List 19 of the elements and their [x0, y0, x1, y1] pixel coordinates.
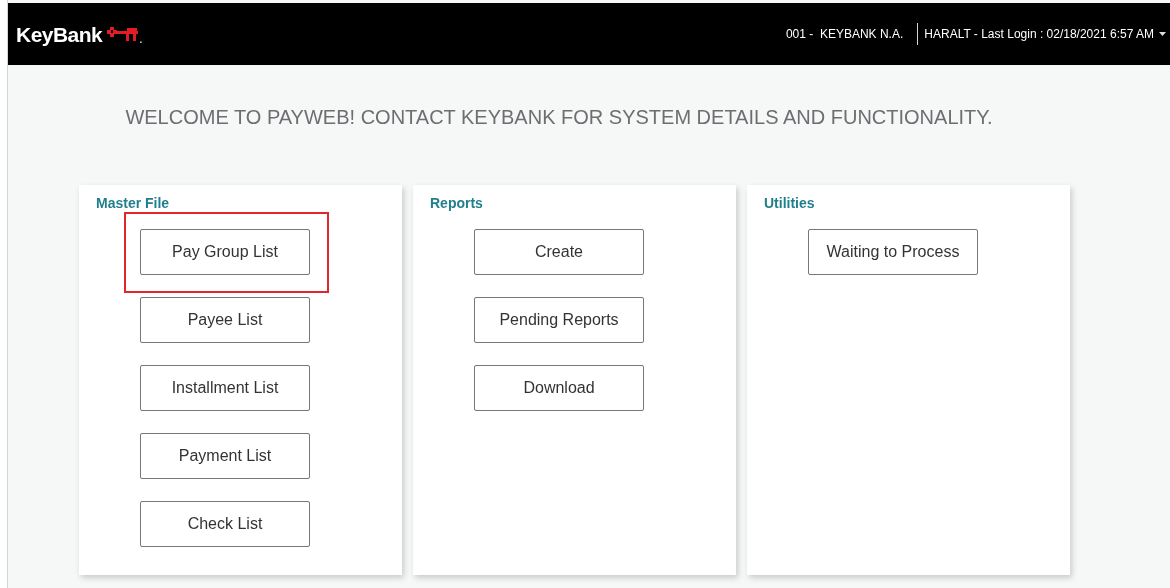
menu-button[interactable]: Check List: [140, 501, 310, 547]
caret-icon: [1159, 32, 1166, 36]
welcome-heading: WELCOME TO PAYWEB! CONTACT KEYBANK FOR SYSTEM DETAILS AND FUNCTIONALITY.: [125, 105, 993, 130]
menu-button[interactable]: Payee List: [140, 297, 310, 343]
menu-button[interactable]: Waiting to Process: [808, 229, 978, 275]
logo-dot: .: [139, 32, 143, 45]
menu-button[interactable]: Download: [474, 365, 644, 411]
menu-button[interactable]: Installment List: [140, 365, 310, 411]
menu-button[interactable]: Pay Group List: [140, 229, 310, 275]
menu-button[interactable]: Create: [474, 229, 644, 275]
logo-text: KeyBank: [16, 23, 103, 45]
card-title: Utilities: [764, 196, 815, 211]
user-menu[interactable]: HARALT - Last Login : 02/18/2021 6:57 AM: [918, 25, 1166, 43]
card-title: Master File: [96, 196, 170, 211]
card-title: Reports: [430, 196, 483, 211]
key-icon: [105, 25, 140, 44]
menu-button[interactable]: Pending Reports: [474, 297, 644, 343]
bank-name: 001 - KEYBANK N.A.: [785, 26, 905, 43]
menu-button[interactable]: Payment List: [140, 433, 310, 479]
